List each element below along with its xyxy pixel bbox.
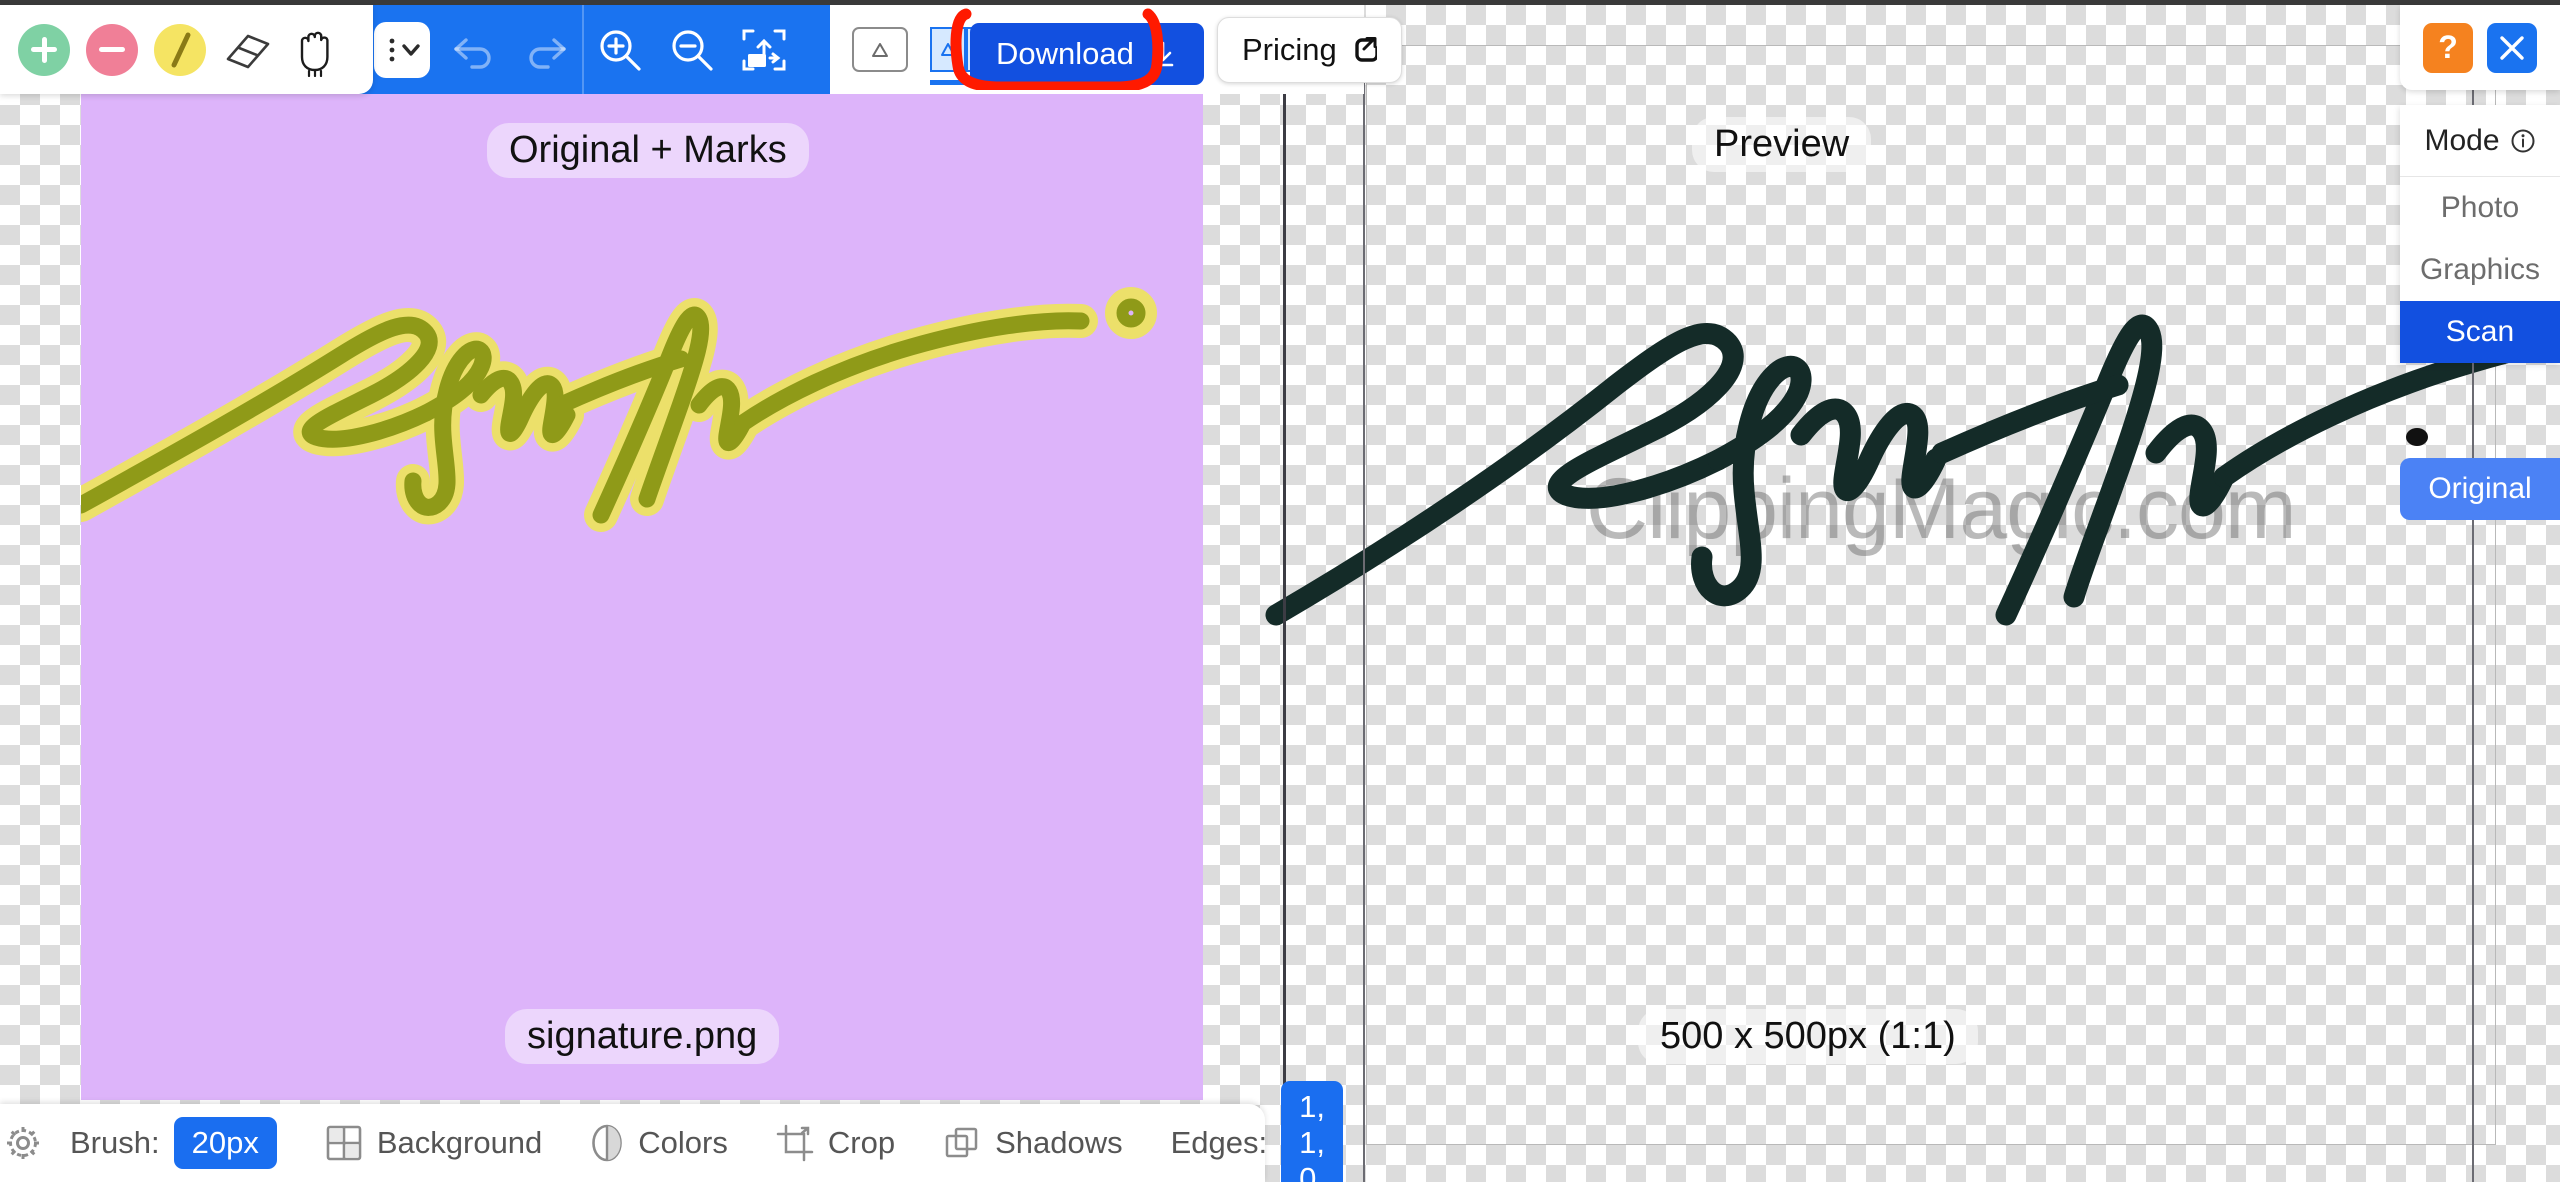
download-arrow-icon [1152,41,1174,67]
preview-dimensions-label: 500 x 500px (1:1) [1638,1009,1978,1064]
split-pane-icon-left [930,27,966,72]
canvas-original-label: Original + Marks [487,123,809,178]
layers-icon [945,1127,978,1158]
eraser-tool-button[interactable] [214,14,282,86]
close-button[interactable] [2487,22,2537,73]
erase-tool-button[interactable] [78,14,146,86]
redo-button[interactable] [516,20,576,80]
crop-button[interactable]: Crop [752,1104,919,1182]
slash-circle-yellow-icon [154,23,206,76]
cursor-dot-marker [2406,428,2428,446]
plus-circle-green-icon [18,23,70,76]
help-button-label: ? [2438,29,2458,65]
contrast-circle-icon [592,1124,623,1162]
original-view-button[interactable]: Original [2400,458,2560,520]
single-pane-view-button[interactable] [852,27,908,72]
shadows-button[interactable]: Shadows [919,1104,1147,1182]
pan-tool-button[interactable] [282,14,350,86]
undo-arrow-icon [454,37,491,69]
brush-size-label: Brush: [70,1125,160,1160]
tool-options-menu-button[interactable] [374,21,430,78]
mode-option-graphics[interactable]: Graphics [2400,239,2560,301]
add-tool-button[interactable] [10,14,78,86]
zoom-in-button[interactable] [590,20,650,80]
mode-option-label: Scan [2445,315,2515,348]
edges-value[interactable]: 1, 1, 0 [1281,1081,1343,1182]
scribble-tool-button[interactable] [146,14,214,86]
pricing-button[interactable]: Pricing [1217,17,1402,83]
window-controls[interactable]: ? [2400,5,2560,90]
zoom-out-icon [672,29,713,71]
minus-circle-red-icon [86,23,138,76]
mode-option-label: Photo [2440,191,2520,224]
brush-size-value[interactable]: 20px [173,1117,277,1169]
brush-size-control[interactable]: Brush: 20px [46,1104,301,1182]
download-button-label: Download [996,36,1134,71]
mode-option-photo[interactable]: Photo [2400,177,2560,239]
original-button-label: Original [2428,472,2532,505]
hand-icon [300,31,329,77]
crop-label: Crop [827,1125,896,1160]
preview-title-label: Preview [1692,117,1872,172]
crop-icon [776,1124,814,1162]
fit-to-screen-icon [742,29,786,70]
grid-quad-icon [326,1125,362,1161]
mode-panel[interactable]: Mode Photo Graphics Scan [2400,105,2560,363]
settings-button[interactable] [0,1120,46,1166]
toolbar-separator [582,5,584,94]
blue-action-toolbar[interactable] [356,5,830,94]
brush-tool-palette[interactable] [0,5,373,94]
gear-icon [7,1127,39,1159]
pricing-button-label: Pricing [1242,32,1337,67]
view-and-export-toolbar[interactable]: Download Pricing [830,5,1402,94]
redo-arrow-icon [529,37,566,69]
panel-divider-2[interactable] [1363,46,1365,1182]
editor-canvas-left[interactable]: Original + Marks signature.png [0,5,1283,1182]
dots-chevron-icon [389,38,420,61]
background-button[interactable]: Background [301,1104,566,1182]
panel-divider-1[interactable] [1283,46,1286,1182]
edges-label: Edges: [1170,1125,1268,1160]
zoom-in-icon [600,29,641,71]
mode-title: Mode [2424,123,2500,157]
canvas-filename-label: signature.png [505,1009,780,1064]
watermark-text: ClippingMagic.com [1586,461,2297,557]
external-link-icon [1355,37,1377,62]
mode-panel-header: Mode [2400,105,2560,177]
preview-frame-border [1366,45,2496,1145]
info-circle-icon [2511,129,2535,152]
preview-panel[interactable]: ClippingMagic.com Preview 500 x 500px (1… [1265,5,2560,1182]
mode-option-scan[interactable]: Scan [2400,301,2560,363]
download-button[interactable]: Download [970,23,1204,85]
edges-control[interactable]: Edges: 1, 1, 0 [1147,1081,1367,1182]
shadows-label: Shadows [995,1125,1123,1160]
bottom-options-toolbar[interactable]: Brush: 20px Background Colors Crop Shado… [0,1081,1343,1182]
zoom-out-button[interactable] [662,20,722,80]
single-pane-icon [872,42,888,57]
eraser-icon [226,34,270,68]
fit-to-screen-button[interactable] [734,20,794,80]
colors-button[interactable]: Colors [566,1104,752,1182]
background-label: Background [376,1125,543,1160]
mode-option-label: Graphics [2419,253,2541,286]
help-button[interactable]: ? [2423,22,2473,73]
close-x-icon [2500,35,2524,60]
undo-button[interactable] [444,20,504,80]
colors-label: Colors [638,1125,728,1160]
